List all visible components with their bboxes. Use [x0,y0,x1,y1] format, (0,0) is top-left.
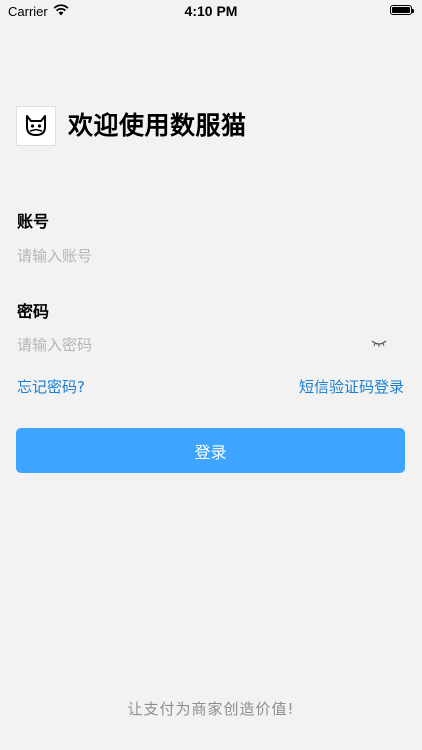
login-button[interactable]: 登录 [16,428,405,473]
footer-slogan: 让支付为商家创造价值! [127,700,295,718]
cat-logo-graphic [26,115,46,136]
battery-icon [390,5,414,15]
status-time: 4:10 PM [184,3,238,19]
account-label: 账号 [17,212,50,231]
password-input[interactable] [17,334,357,356]
battery-level [392,7,410,13]
welcome-title: 欢迎使用数服猫 [68,111,247,140]
cat-logo-icon [16,106,56,146]
status-bar: Carrier 4:10 PM [0,0,422,24]
account-input[interactable] [17,245,377,267]
forgot-password-link[interactable]: 忘记密码? [17,376,85,397]
sms-login-link[interactable]: 短信验证码登录 [299,376,404,397]
eye-closed-icon[interactable] [371,338,387,348]
password-label: 密码 [17,302,50,321]
